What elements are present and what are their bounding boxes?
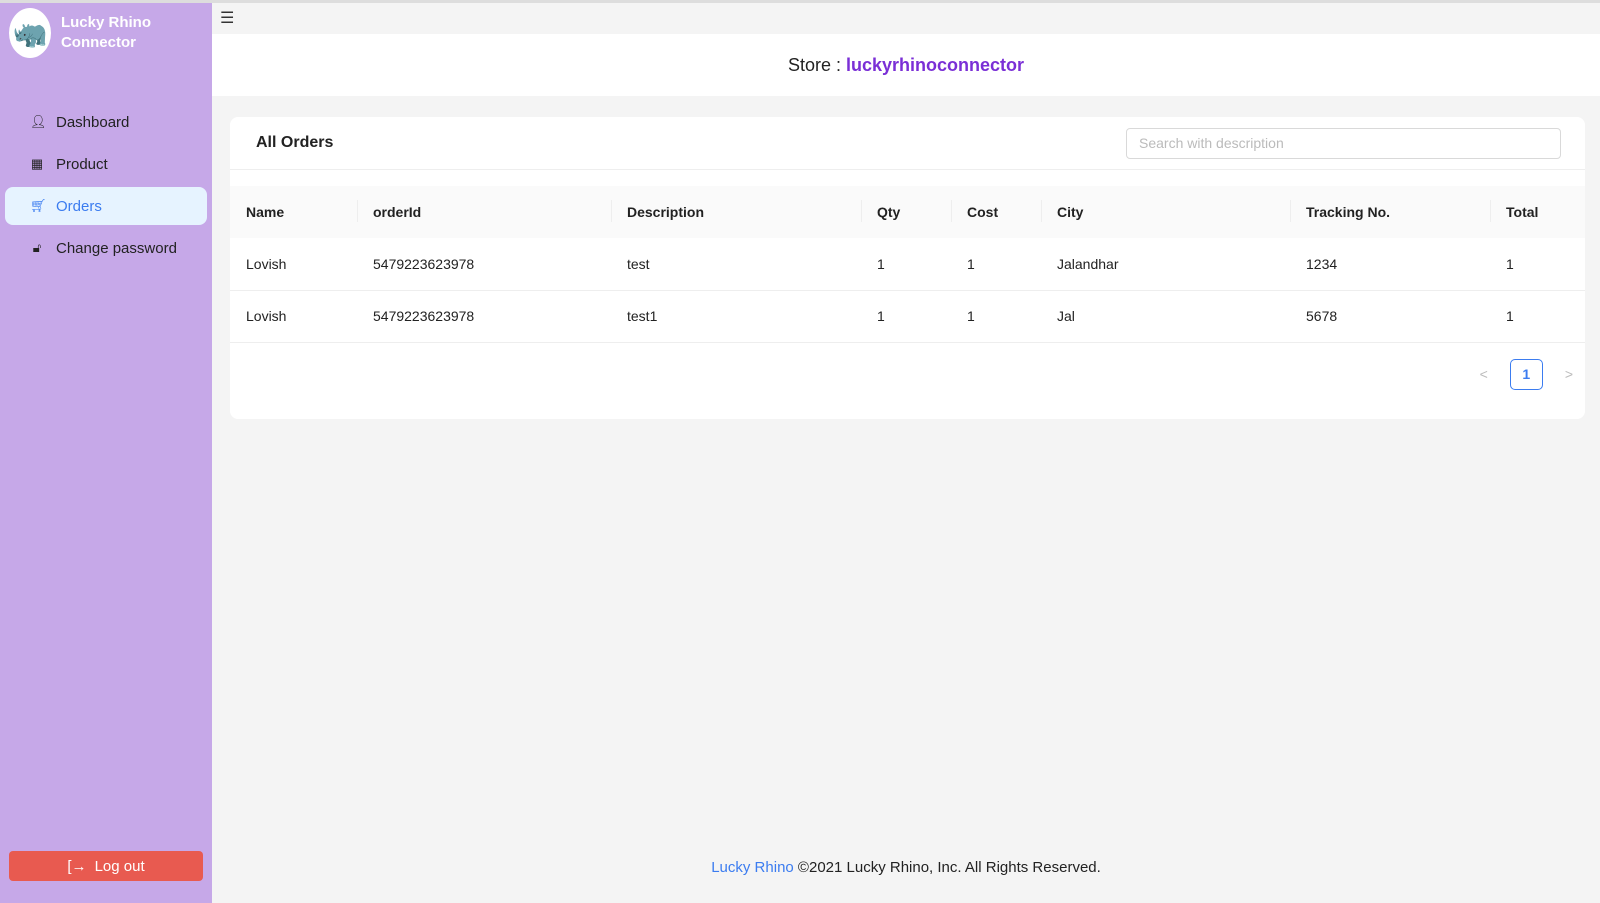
table-cell: 1 <box>1490 238 1585 291</box>
cart-icon: 🛒︎ <box>30 198 47 213</box>
logout-icon: [→ <box>67 857 87 875</box>
table-row: Lovish 5479223623978 test1 1 1 Jal 5678 1 <box>230 290 1585 343</box>
column-header: Total <box>1490 186 1585 238</box>
sidebar-menu: 👤︎ Dashboard ▦ Product 🛒︎ Orders 🔓︎ Change p… <box>0 103 212 267</box>
app-name: Lucky Rhino Connector <box>60 14 151 51</box>
sidebar: 🦏 Lucky Rhino Connector 👤︎ Dashboard ▦ Pro… <box>0 3 212 903</box>
sidebar-item-orders[interactable]: 🛒︎ Orders <box>5 187 207 225</box>
column-header: Qty <box>861 186 951 238</box>
table-cell: 5678 <box>1290 290 1490 343</box>
table-cell: 1 <box>861 290 951 343</box>
table-cell: 1 <box>951 290 1041 343</box>
table-cell: 5479223623978 <box>357 290 611 343</box>
topbar: ☰ <box>212 3 1600 34</box>
search-input[interactable] <box>1126 127 1561 159</box>
logout-label: Log out <box>94 857 145 875</box>
footer-brand-link[interactable]: Lucky Rhino <box>711 859 794 876</box>
column-header: Description <box>611 186 861 238</box>
table-cell: 1 <box>951 238 1041 291</box>
page-1-button[interactable]: 1 <box>1509 358 1543 390</box>
lock-icon: 🔓︎ <box>32 240 42 255</box>
store-header: Store : luckyrhinoconnector <box>212 34 1600 96</box>
menu-fold-icon[interactable]: ☰ <box>220 8 234 28</box>
table-row: Lovish 5479223623978 test 1 1 Jalandhar 1234 1 <box>230 238 1585 291</box>
table-cell: 1 <box>861 238 951 291</box>
orders-table: Name orderId Description Qty Cost City Trackin… <box>230 186 1585 343</box>
column-header: Name <box>230 186 357 238</box>
sidebar-item-label: Orders <box>56 197 102 215</box>
column-header: Cost <box>951 186 1041 238</box>
user-icon: 👤︎ <box>30 114 47 129</box>
footer-copyright: ©2021 Lucky Rhino, Inc. All Rights Reser… <box>797 859 1101 876</box>
page-title: All Orders <box>256 134 334 151</box>
table-cell: 5479223623978 <box>357 238 611 291</box>
sidebar-item-product[interactable]: ▦ Product <box>5 145 207 183</box>
table-cell: Lovish <box>230 238 357 291</box>
column-header: Tracking No. <box>1290 186 1490 238</box>
column-header: orderId <box>357 186 611 238</box>
logo: 🦏 Lucky Rhino Connector <box>0 3 212 63</box>
table-cell: Jal <box>1041 290 1290 343</box>
table-cell: Jalandhar <box>1041 238 1290 291</box>
shop-icon: ▦ <box>30 156 44 171</box>
store-name: luckyrhinoconnector <box>846 55 1025 75</box>
table-cell: 1234 <box>1290 238 1490 291</box>
rhino-logo-icon: 🦏 <box>9 8 51 58</box>
sidebar-item-label: Change password <box>56 239 177 257</box>
orders-card: All Orders NameorderIdDescriptionQtyCost… <box>230 117 1585 419</box>
store-label: Store : <box>787 55 841 75</box>
sidebar-item-label: Dashboard <box>56 113 130 131</box>
table-cell: test <box>611 238 861 291</box>
table-cell: test1 <box>611 290 861 343</box>
sidebar-item-dashboard[interactable]: 👤︎ Dashboard <box>5 103 207 141</box>
column-header: City <box>1041 186 1290 238</box>
prev-page-icon[interactable]: < <box>1480 366 1488 382</box>
table-cell: 1 <box>1490 290 1585 343</box>
next-page-icon[interactable]: > <box>1565 366 1573 382</box>
sidebar-item-change-password[interactable]: 🔓︎ Change password <box>5 229 207 267</box>
footer: Lucky Rhino ©2021 Lucky Rhino, Inc. All … <box>212 859 1600 876</box>
sidebar-item-label: Product <box>56 155 108 173</box>
table-cell: Lovish <box>230 290 357 343</box>
logout-button[interactable]: [→ Log out <box>9 851 203 881</box>
pagination: < 1 > <box>230 343 1585 390</box>
